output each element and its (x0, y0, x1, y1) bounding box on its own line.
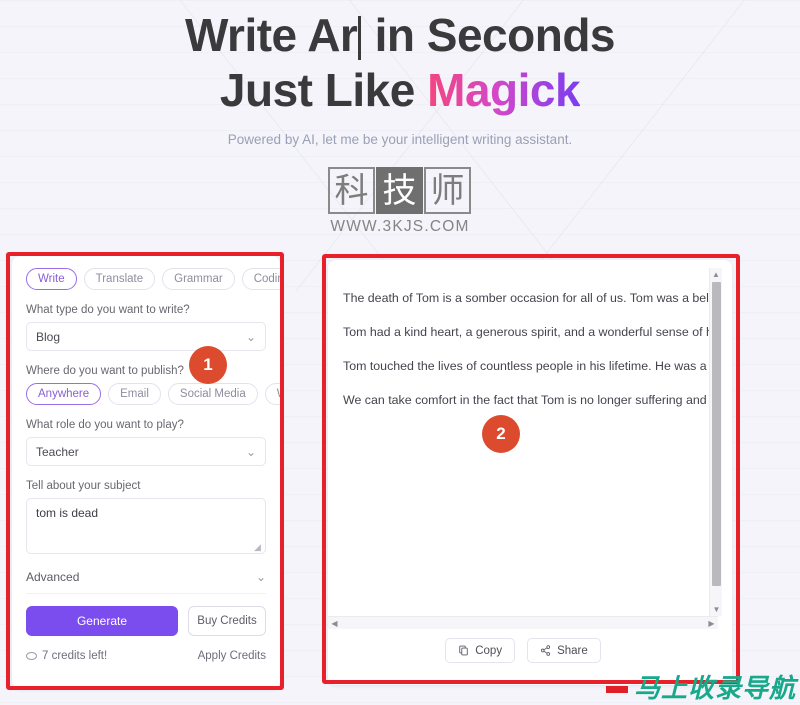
hero-section: Write Ar in Seconds Just Like Magick Pow… (0, 0, 800, 147)
tab-write[interactable]: Write (26, 268, 77, 290)
watermark: 马上收录导航 (605, 674, 796, 704)
publish-target-list: Anywhere Email Social Media Work (26, 383, 280, 405)
annotation-badge-2: 2 (482, 415, 520, 453)
logo-url: WWW.3KJS.COM (330, 218, 470, 235)
write-type-label: What type do you want to write? (26, 304, 190, 316)
share-icon (541, 645, 551, 656)
subject-label: Tell about your subject (26, 480, 141, 492)
output-paragraph: The death of Tom is a somber occasion fo… (343, 291, 716, 305)
headline-line2-prefix: Just Like (219, 64, 428, 116)
publish-option-anywhere[interactable]: Anywhere (26, 383, 102, 405)
vertical-scrollbar-thumb[interactable] (712, 282, 721, 586)
publish-option-work[interactable]: Work (264, 383, 280, 405)
coin-icon (26, 652, 37, 660)
output-actions: Copy Share (328, 638, 718, 663)
resize-grip-icon[interactable]: ◢ (254, 543, 263, 552)
generate-button[interactable]: Generate (26, 606, 178, 636)
role-label: What role do you want to play? (26, 419, 184, 431)
output-panel: The death of Tom is a somber occasion fo… (328, 260, 732, 685)
clipboard-icon (459, 645, 468, 656)
compose-panel: Write Translate Grammar Coding What type… (12, 256, 280, 689)
text-caret-icon (358, 16, 362, 60)
apply-credits-link[interactable]: Apply Credits (198, 650, 266, 662)
write-type-value: Blog (36, 329, 61, 344)
tab-grammar[interactable]: Grammar (162, 268, 235, 290)
watermark-text: 马上收录导航 (633, 674, 796, 704)
subject-value: tom is dead (36, 506, 99, 520)
copy-button[interactable]: Copy (445, 638, 516, 663)
publish-option-social-media[interactable]: Social Media (167, 383, 258, 405)
output-paragraph: We can take comfort in the fact that Tom… (343, 393, 716, 407)
share-button-label: Share (557, 644, 588, 657)
advanced-label: Advanced (26, 570, 80, 584)
horizontal-scrollbar-track[interactable] (341, 617, 705, 630)
publish-option-email[interactable]: Email (108, 383, 161, 405)
logo-char-2: 技 (376, 167, 423, 214)
headline-text-after-caret: in Seconds (362, 9, 616, 61)
horizontal-scrollbar[interactable]: ◀ ▶ (328, 616, 718, 629)
chevron-down-icon: ⌄ (245, 329, 256, 344)
compose-actions: Generate Buy Credits (26, 606, 266, 636)
annotation-badge-1: 1 (189, 346, 227, 384)
chevron-down-icon: ⌄ (255, 570, 266, 584)
scroll-down-icon[interactable]: ▼ (710, 603, 723, 616)
scroll-up-icon[interactable]: ▲ (710, 268, 722, 281)
scroll-right-icon[interactable]: ▶ (705, 619, 718, 628)
share-button[interactable]: Share (527, 638, 601, 663)
copy-button-label: Copy (475, 644, 503, 657)
page-subtitle-headline: Just Like Magick (0, 63, 800, 118)
page-title: Write Ar in Seconds (0, 8, 800, 63)
logo-char-1: 科 (328, 167, 375, 214)
site-logo: 科 技 师 WWW.3KJS.COM (0, 167, 800, 236)
chevron-down-icon: ⌄ (245, 444, 256, 459)
workspace: Write Translate Grammar Coding What type… (0, 250, 800, 705)
mode-tab-list: Write Translate Grammar Coding (26, 268, 280, 290)
subject-textarea[interactable]: tom is dead ◢ (26, 498, 266, 554)
credits-left-text: 7 credits left! (42, 650, 108, 662)
advanced-toggle[interactable]: Advanced ⌄ (26, 570, 266, 594)
output-paragraph: Tom touched the lives of countless peopl… (343, 359, 716, 373)
output-text-area[interactable]: The death of Tom is a somber occasion fo… (328, 266, 716, 610)
vertical-scrollbar[interactable]: ▲ ▼ (709, 268, 722, 616)
role-value: Teacher (36, 444, 79, 459)
tab-translate[interactable]: Translate (83, 268, 156, 290)
credits-row: 7 credits left! Apply Credits (26, 650, 266, 662)
headline-text-before-caret: Write Ar (184, 9, 358, 61)
write-type-select[interactable]: Blog ⌄ (26, 322, 266, 351)
scroll-left-icon[interactable]: ◀ (328, 619, 341, 628)
headline-highlight-word: Magick (427, 64, 581, 116)
output-paragraph: Tom had a kind heart, a generous spirit,… (343, 325, 716, 339)
tab-coding[interactable]: Coding (241, 268, 280, 290)
logo-char-3: 师 (424, 167, 471, 214)
publish-target-label: Where do you want to publish? (26, 365, 184, 377)
watermark-bar-icon (605, 685, 628, 693)
hero-tagline: Powered by AI, let me be your intelligen… (227, 132, 573, 147)
role-select[interactable]: Teacher ⌄ (26, 437, 266, 466)
logo-characters: 科 技 师 (328, 167, 472, 214)
buy-credits-button[interactable]: Buy Credits (188, 606, 266, 636)
